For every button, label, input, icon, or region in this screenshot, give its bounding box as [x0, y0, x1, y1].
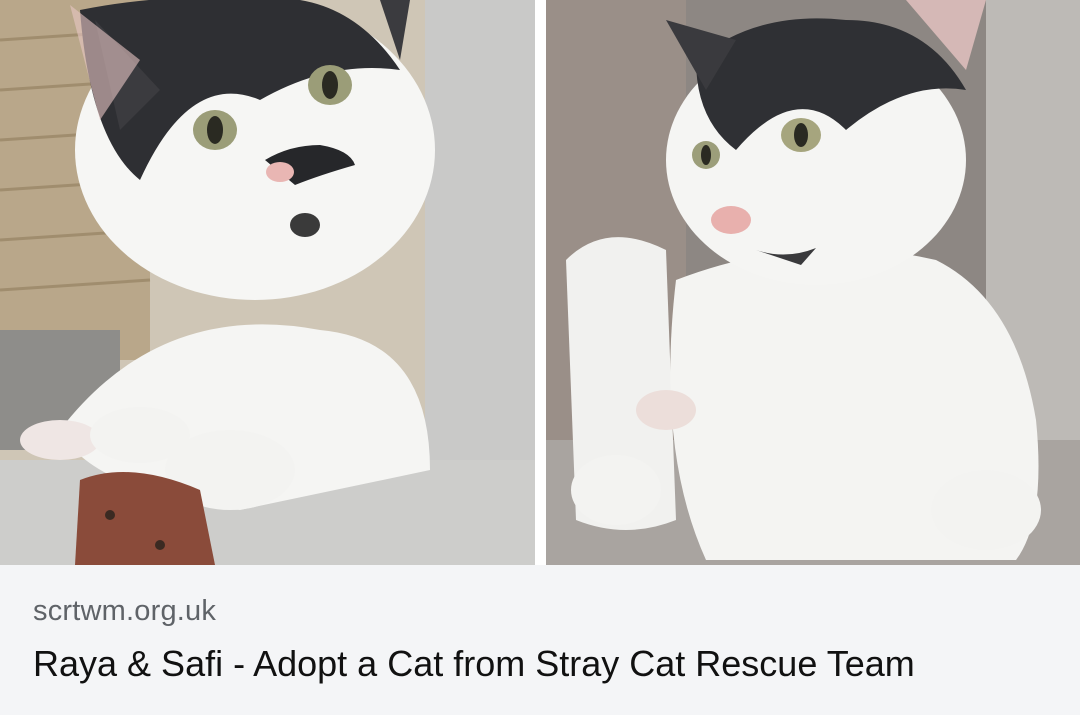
image-preview[interactable]: i: [0, 0, 1080, 565]
cat-photo-left[interactable]: [0, 0, 535, 565]
result-title[interactable]: Raya & Safi - Adopt a Cat from Stray Cat…: [33, 643, 915, 685]
caption-panel[interactable]: scrtwm.org.uk Raya & Safi - Adopt a Cat …: [0, 565, 1080, 715]
image-result-card[interactable]: i scrtwm.org.uk Raya & Safi - Adopt a Ca…: [0, 0, 1080, 715]
kitten-right-image: [546, 0, 1080, 565]
kitten-left-image: [0, 0, 535, 565]
cat-photo-right[interactable]: i: [546, 0, 1080, 565]
source-domain[interactable]: scrtwm.org.uk: [33, 595, 216, 628]
